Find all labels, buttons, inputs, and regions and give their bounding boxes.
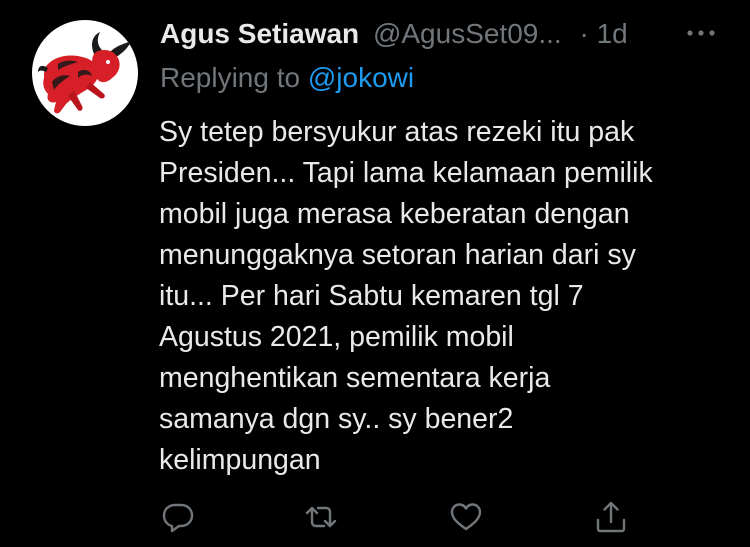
tweet-header: Agus Setiawan @AgusSet09... · 1d — [160, 14, 740, 54]
tweet-text-line: menghentikan sementara kerja — [159, 362, 551, 394]
tweet-text-line: menunggaknya setoran harian dari sy — [159, 239, 636, 271]
avatar[interactable] — [32, 20, 138, 126]
tweet-text-line: Sy tetep bersyukur atas rezeki itu pak — [159, 116, 635, 148]
timestamp[interactable]: 1d — [597, 14, 628, 54]
tweet-text-line: kelimpungan — [159, 444, 321, 476]
user-handle[interactable]: @AgusSet09... — [373, 14, 562, 54]
red-bull-logo-icon — [38, 32, 132, 114]
tweet-text: Sy tetep bersyukur atas rezeki itu pak P… — [159, 112, 734, 481]
retweet-icon[interactable] — [304, 500, 338, 534]
like-icon[interactable] — [449, 500, 483, 534]
tweet-text-line: samanya dgn sy.. sy bener2 — [159, 403, 514, 435]
tweet-text-line: mobil juga merasa keberatan dengan — [159, 198, 630, 230]
display-name[interactable]: Agus Setiawan — [160, 14, 359, 54]
tweet[interactable]: Agus Setiawan @AgusSet09... · 1d Replyin… — [0, 0, 750, 547]
replying-to: Replying to @jokowi — [160, 58, 414, 98]
replying-to-handle[interactable]: @jokowi — [308, 62, 414, 93]
tweet-text-line: Agustus 2021, pemilik mobil — [159, 321, 514, 353]
separator-dot: · — [579, 18, 589, 49]
tweet-text-line: itu... Per hari Sabtu kemaren tgl 7 — [159, 280, 584, 312]
tweet-text-line: Presiden... Tapi lama kelamaan pemilik — [159, 157, 653, 189]
tweet-actions — [0, 500, 750, 534]
share-icon[interactable] — [594, 500, 628, 534]
more-options-icon[interactable] — [686, 21, 716, 45]
replying-to-label: Replying to — [160, 62, 308, 93]
reply-icon[interactable] — [161, 500, 195, 534]
